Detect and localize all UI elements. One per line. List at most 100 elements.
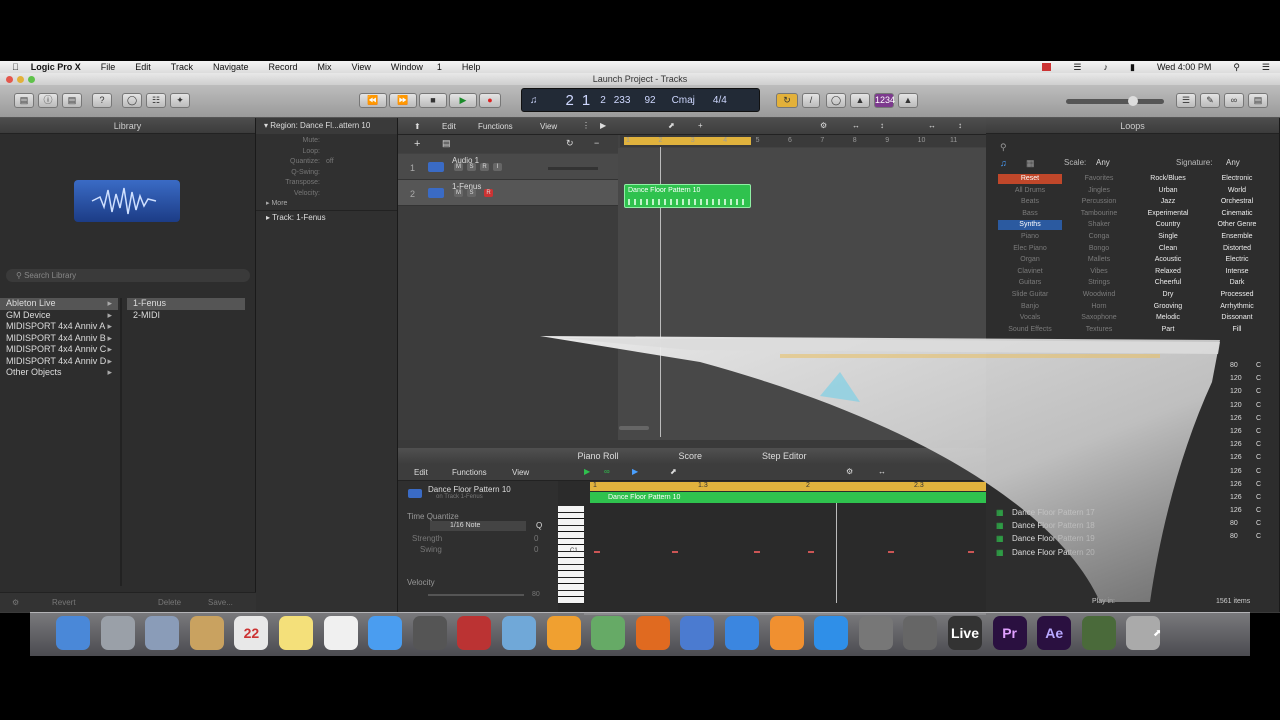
inspector-row[interactable]: Velocity: bbox=[256, 189, 397, 200]
loop-keyword-button[interactable]: Intense bbox=[1205, 267, 1269, 277]
preview-icon[interactable] bbox=[145, 616, 180, 650]
waveform-zoom-icon[interactable]: ↔ bbox=[928, 121, 936, 130]
loop-keyword-button[interactable]: Orchestral bbox=[1205, 197, 1269, 207]
loops-search-icon[interactable]: ⚲ bbox=[1000, 142, 1007, 153]
menu-edit[interactable]: Edit bbox=[135, 62, 151, 72]
inspector-row[interactable]: Quantize: off bbox=[256, 157, 397, 168]
loop-keyword-button[interactable]: Strings bbox=[1067, 278, 1131, 288]
notepad-icon[interactable]: ✎ bbox=[1200, 93, 1220, 108]
photos-icon[interactable] bbox=[502, 616, 536, 650]
strength-value[interactable]: 0 bbox=[534, 534, 538, 543]
loop-keyword-button[interactable]: Processed bbox=[1205, 290, 1269, 300]
loop-keyword-button[interactable]: Dry bbox=[1136, 290, 1200, 300]
editor-menu-edit[interactable]: Edit bbox=[414, 468, 428, 477]
loop-keyword-button[interactable]: Acoustic bbox=[1136, 255, 1200, 265]
inspector-row[interactable]: Mute: bbox=[256, 136, 397, 147]
minimize-icon[interactable] bbox=[17, 76, 24, 83]
mute-button[interactable]: M bbox=[454, 189, 463, 197]
loop-keyword-button[interactable]: Grooving bbox=[1136, 302, 1200, 312]
loops-grid-icon[interactable]: ▦ bbox=[1026, 158, 1035, 169]
loop-keyword-button[interactable]: Piano bbox=[998, 232, 1062, 242]
rewind-button[interactable]: ⏪ bbox=[359, 93, 387, 108]
menu-app[interactable]: Logic Pro X bbox=[31, 62, 81, 72]
photobooth-icon[interactable] bbox=[457, 616, 492, 650]
tracks-menu-edit[interactable]: Edit bbox=[442, 122, 456, 131]
loop-keyword-button[interactable]: Vibes bbox=[1067, 267, 1131, 277]
pages-icon[interactable] bbox=[546, 616, 581, 650]
stop-button[interactable]: ■ bbox=[419, 93, 447, 108]
pointer-tool-icon[interactable]: ⬈ bbox=[668, 121, 675, 130]
browsers-icon[interactable]: ▤ bbox=[1248, 93, 1268, 108]
solo-button[interactable]: S bbox=[467, 189, 476, 197]
record-button[interactable]: ● bbox=[479, 93, 501, 108]
loop-keyword-button[interactable]: Single bbox=[1136, 232, 1200, 242]
loop-keyword-button[interactable]: Bongo bbox=[1067, 244, 1131, 254]
aftereffects-icon[interactable]: Ae bbox=[1037, 616, 1072, 650]
library-sub-item[interactable]: 2-MIDI bbox=[127, 310, 245, 322]
menubar-clock[interactable]: Wed 4:00 PM bbox=[1157, 62, 1211, 72]
menu-file[interactable]: File bbox=[101, 62, 116, 72]
cycle-region[interactable] bbox=[624, 137, 751, 145]
loop-keyword-button[interactable]: Conga bbox=[1067, 232, 1131, 242]
forward-button[interactable]: ⏩ bbox=[389, 93, 417, 108]
lcd-display[interactable]: ♫ 2 1 2 233 92 Cmaj 4/4 bbox=[521, 88, 760, 112]
loop-keyword-button[interactable]: Bass bbox=[998, 209, 1062, 219]
loop-keyword-button[interactable]: Vocals bbox=[998, 313, 1062, 323]
menu-mix[interactable]: Mix bbox=[318, 62, 332, 72]
menu-view[interactable]: View bbox=[352, 62, 371, 72]
swing-value[interactable]: 0 bbox=[534, 545, 538, 554]
loop-keyword-button[interactable]: World bbox=[1205, 186, 1269, 196]
firefox-icon[interactable] bbox=[635, 616, 670, 650]
itunes-icon[interactable] bbox=[725, 616, 759, 650]
loop-keyword-button[interactable]: Urban bbox=[1136, 186, 1200, 196]
inspector-row[interactable]: Transpose: bbox=[256, 178, 397, 189]
menu-navigate[interactable]: Navigate bbox=[213, 62, 249, 72]
loop-keyword-button[interactable]: Country bbox=[1136, 220, 1200, 230]
logic-icon[interactable] bbox=[903, 616, 938, 650]
loop-keyword-button[interactable]: Other Genre bbox=[1205, 220, 1269, 230]
tracks-menu-functions[interactable]: Functions bbox=[478, 122, 513, 131]
finder-icon[interactable] bbox=[56, 616, 90, 650]
inspector-row[interactable]: Q-Swing: bbox=[256, 168, 397, 179]
loop-keyword-button[interactable]: Tambourine bbox=[1067, 209, 1131, 219]
loop-keyword-button[interactable]: All Drums bbox=[998, 186, 1062, 196]
battery-icon[interactable]: ▮ bbox=[1130, 62, 1135, 73]
loop-keyword-button[interactable]: Guitars bbox=[998, 278, 1062, 288]
save-button[interactable]: Save... bbox=[208, 598, 233, 607]
cycle-icon[interactable]: ↻ bbox=[776, 93, 798, 108]
tracks-menu-view[interactable]: View bbox=[540, 122, 557, 131]
loops-view-icon[interactable]: ♫ bbox=[1000, 158, 1007, 168]
mute-button[interactable]: M bbox=[454, 163, 463, 171]
snap-icon[interactable]: ⚙ bbox=[820, 121, 827, 130]
library-sub-item[interactable]: 1-Fenus bbox=[127, 298, 245, 310]
track-volume-slider[interactable] bbox=[548, 167, 598, 170]
notes-icon[interactable] bbox=[279, 616, 313, 650]
editors-icon[interactable]: ✦ bbox=[170, 93, 190, 108]
global-tracks-icon[interactable]: ▤ bbox=[442, 138, 451, 149]
loop-keyword-button[interactable]: Experimental bbox=[1136, 209, 1200, 219]
track-row[interactable]: 2 1-Fenus M S R bbox=[398, 180, 618, 206]
zoom-h-icon[interactable]: ↔ bbox=[852, 121, 860, 130]
loop-keyword-button[interactable]: Reset bbox=[998, 174, 1062, 184]
solo-icon[interactable]: ▲ bbox=[850, 93, 870, 108]
notification-icon[interactable]: ☰ bbox=[1262, 62, 1270, 73]
loop-keyword-button[interactable]: Clean bbox=[1136, 244, 1200, 254]
solo-button[interactable]: S bbox=[467, 163, 476, 171]
inspector-toggle-icon[interactable]: ⓘ bbox=[38, 93, 58, 108]
library-item[interactable]: MIDISPORT 4x4 Anniv D ▸ bbox=[0, 356, 118, 368]
loop-keyword-button[interactable]: Jazz bbox=[1136, 197, 1200, 207]
smart-controls-icon[interactable]: ◯ bbox=[122, 93, 142, 108]
signature-select[interactable]: Any bbox=[1226, 158, 1240, 167]
menu-track[interactable]: Track bbox=[171, 62, 193, 72]
launchpad-icon[interactable] bbox=[100, 616, 135, 650]
quick-help-icon[interactable]: ? bbox=[92, 93, 112, 108]
loop-keyword-button[interactable]: Electronic bbox=[1205, 174, 1269, 184]
scale-select[interactable]: Any bbox=[1096, 158, 1164, 167]
play-button[interactable]: ▶ bbox=[449, 93, 477, 108]
library-gear-icon[interactable]: ⚙ bbox=[12, 598, 19, 607]
toolbar-toggle-icon[interactable]: ▤ bbox=[62, 93, 82, 108]
inspector-row[interactable]: Loop: bbox=[256, 147, 397, 158]
appstore-icon[interactable] bbox=[814, 616, 849, 650]
contacts-icon[interactable] bbox=[189, 616, 224, 650]
delete-button[interactable]: Delete bbox=[158, 598, 181, 607]
